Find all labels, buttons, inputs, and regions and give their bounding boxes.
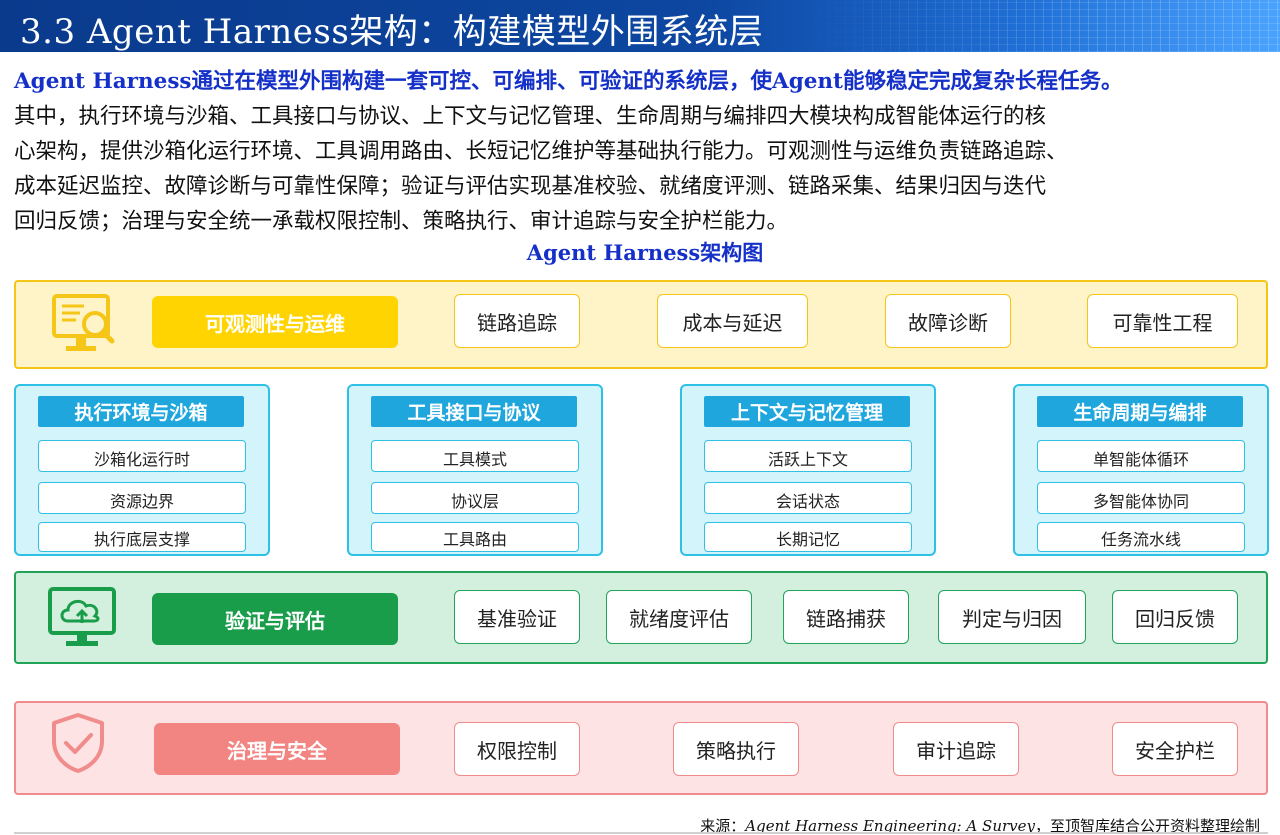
obs-item: 成本与延迟 bbox=[657, 294, 808, 348]
intro-line: 回归反馈；治理与安全统一承载权限控制、策略执行、审计追踪与安全护栏能力。 bbox=[14, 209, 789, 234]
observability-label: 可观测性与运维 bbox=[152, 296, 398, 348]
module-item: 执行底层支撑 bbox=[38, 522, 246, 552]
module-item: 工具模式 bbox=[371, 440, 579, 472]
eval-item: 就绪度评估 bbox=[606, 590, 752, 644]
module-lifecycle-orchestration: 生命周期与编排 单智能体循环 多智能体协同 任务流水线 bbox=[1013, 384, 1269, 556]
module-item: 沙箱化运行时 bbox=[38, 440, 246, 472]
obs-item: 可靠性工程 bbox=[1087, 294, 1238, 348]
module-item: 任务流水线 bbox=[1037, 522, 1245, 552]
gov-item: 权限控制 bbox=[454, 722, 580, 776]
gov-item: 审计追踪 bbox=[893, 722, 1019, 776]
governance-label: 治理与安全 bbox=[154, 723, 400, 775]
module-item: 多智能体协同 bbox=[1037, 482, 1245, 514]
module-title: 生命周期与编排 bbox=[1037, 396, 1243, 427]
intro-lead: Agent Harness通过在模型外围构建一套可控、可编排、可验证的系统层，使… bbox=[14, 69, 1123, 94]
module-item: 工具路由 bbox=[371, 522, 579, 552]
observability-band: 可观测性与运维 链路追踪 成本与延迟 故障诊断 可靠性工程 bbox=[14, 280, 1268, 369]
module-title: 工具接口与协议 bbox=[371, 396, 577, 427]
intro-line: 心架构，提供沙箱化运行环境、工具调用路由、长短记忆维护等基础执行能力。可观测性与… bbox=[14, 139, 1068, 164]
intro-line: 其中，执行环境与沙箱、工具接口与协议、上下文与记忆管理、生命周期与编排四大模块构… bbox=[14, 104, 1047, 129]
module-item: 资源边界 bbox=[38, 482, 246, 514]
module-title: 上下文与记忆管理 bbox=[704, 396, 910, 427]
module-item: 协议层 bbox=[371, 482, 579, 514]
evaluation-label: 验证与评估 bbox=[152, 593, 398, 645]
title-banner: 3.3 Agent Harness架构：构建模型外围系统层 bbox=[0, 0, 1280, 52]
obs-item: 故障诊断 bbox=[885, 294, 1011, 348]
intro-paragraph: Agent Harness通过在模型外围构建一套可控、可编排、可验证的系统层，使… bbox=[14, 64, 1276, 239]
banner-decoration bbox=[800, 0, 1280, 52]
diagram-title: Agent Harness架构图 bbox=[526, 240, 764, 265]
module-tool-interface: 工具接口与协议 工具模式 协议层 工具路由 bbox=[347, 384, 603, 556]
intro-line: 成本延迟监控、故障诊断与可靠性保障；验证与评估实现基准校验、就绪度评测、链路采集… bbox=[14, 174, 1047, 199]
module-item: 会话状态 bbox=[704, 482, 912, 514]
module-item: 单智能体循环 bbox=[1037, 440, 1245, 472]
footer-divider bbox=[14, 832, 1268, 834]
module-item: 长期记忆 bbox=[704, 522, 912, 552]
eval-item: 基准验证 bbox=[454, 590, 580, 644]
gov-item: 策略执行 bbox=[673, 722, 799, 776]
module-context-memory: 上下文与记忆管理 活跃上下文 会话状态 长期记忆 bbox=[680, 384, 936, 556]
governance-band: 治理与安全 权限控制 策略执行 审计追踪 安全护栏 bbox=[14, 701, 1268, 795]
module-item: 活跃上下文 bbox=[704, 440, 912, 472]
evaluation-band: 验证与评估 基准验证 就绪度评估 链路捕获 判定与归因 回归反馈 bbox=[14, 571, 1268, 664]
shield-check-icon bbox=[52, 713, 104, 773]
obs-item: 链路追踪 bbox=[454, 294, 580, 348]
eval-item: 回归反馈 bbox=[1112, 590, 1238, 644]
monitor-search-icon bbox=[52, 294, 115, 351]
module-execution-sandbox: 执行环境与沙箱 沙箱化运行时 资源边界 执行底层支撑 bbox=[14, 384, 270, 556]
gov-item: 安全护栏 bbox=[1112, 722, 1238, 776]
eval-item: 判定与归因 bbox=[938, 590, 1086, 644]
cloud-upload-monitor-icon bbox=[48, 587, 116, 646]
page-title: 3.3 Agent Harness架构：构建模型外围系统层 bbox=[20, 12, 764, 52]
module-title: 执行环境与沙箱 bbox=[38, 396, 244, 427]
eval-item: 链路捕获 bbox=[783, 590, 909, 644]
